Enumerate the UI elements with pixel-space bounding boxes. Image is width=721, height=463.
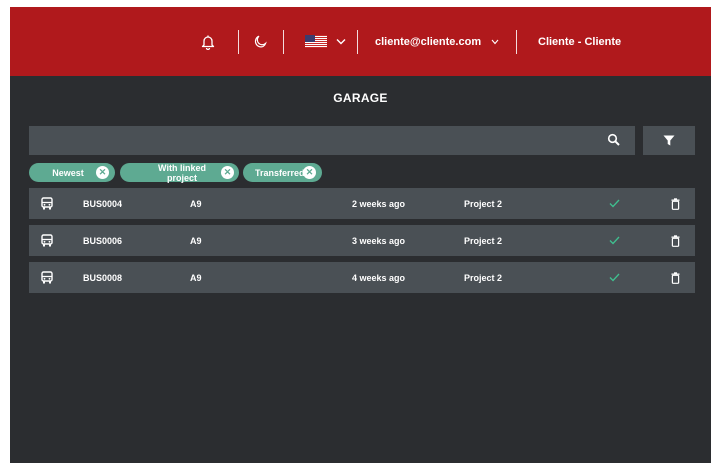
notifications-button[interactable] [201, 7, 215, 76]
bus-type: A9 [190, 272, 202, 283]
chevron-down-icon [491, 39, 499, 44]
top-bar: cliente@cliente.com Cliente - Cliente [10, 7, 711, 76]
close-icon[interactable]: ✕ [221, 166, 234, 179]
divider [516, 30, 517, 54]
theme-toggle-button[interactable] [254, 7, 267, 76]
search-input[interactable] [29, 126, 589, 155]
table-row[interactable]: BUS0008 A9 4 weeks ago Project 2 [29, 262, 695, 293]
bus-code: BUS0008 [83, 272, 123, 283]
close-icon[interactable]: ✕ [303, 166, 316, 179]
time-ago: 2 weeks ago [352, 198, 406, 209]
trash-icon [671, 271, 680, 284]
app-window: cliente@cliente.com Cliente - Cliente GA… [10, 7, 711, 463]
trash-icon [671, 197, 680, 210]
bus-icon [41, 197, 53, 210]
check-icon [609, 236, 620, 245]
trash-icon [671, 234, 680, 247]
account-email: cliente@cliente.com [375, 35, 482, 48]
project-name: Project 2 [464, 235, 503, 246]
divider [283, 30, 284, 54]
divider [357, 30, 358, 54]
bus-type: A9 [190, 198, 202, 209]
user-name: Cliente - Cliente [538, 35, 622, 48]
table-row[interactable]: BUS0006 A9 3 weeks ago Project 2 [29, 225, 695, 256]
delete-button[interactable] [671, 262, 680, 293]
filter-chip-label: With linked project [158, 162, 206, 183]
search-bar [29, 126, 635, 155]
divider [238, 30, 239, 54]
project-name: Project 2 [464, 272, 503, 283]
account-menu[interactable]: cliente@cliente.com [375, 7, 499, 76]
table-row[interactable]: BUS0004 A9 2 weeks ago Project 2 [29, 188, 695, 219]
us-flag-icon [305, 35, 327, 48]
page-title: GARAGE [333, 91, 388, 105]
filter-chip-newest[interactable]: Newest ✕ [29, 163, 115, 182]
chevron-down-icon [336, 39, 346, 45]
bell-icon [201, 35, 215, 50]
filter-chip-label: Transferred [255, 167, 305, 178]
close-icon[interactable]: ✕ [96, 166, 109, 179]
filter-chip-linked-project[interactable]: With linked project ✕ [120, 162, 239, 183]
bus-icon [41, 271, 53, 284]
project-name: Project 2 [464, 198, 503, 209]
check-icon [609, 273, 620, 282]
bus-code: BUS0004 [83, 198, 123, 209]
filter-button[interactable] [643, 126, 695, 155]
filter-icon [663, 135, 675, 146]
bus-type: A9 [190, 235, 202, 246]
moon-icon [254, 35, 267, 48]
bus-code: BUS0006 [83, 235, 123, 246]
check-icon [609, 199, 620, 208]
search-icon[interactable] [607, 133, 621, 147]
bus-icon [41, 234, 53, 247]
delete-button[interactable] [671, 188, 680, 219]
filter-chip-transferred[interactable]: Transferred ✕ [243, 163, 322, 182]
time-ago: 3 weeks ago [352, 235, 406, 246]
time-ago: 4 weeks ago [352, 272, 406, 283]
language-selector[interactable] [305, 7, 346, 76]
delete-button[interactable] [671, 225, 680, 256]
